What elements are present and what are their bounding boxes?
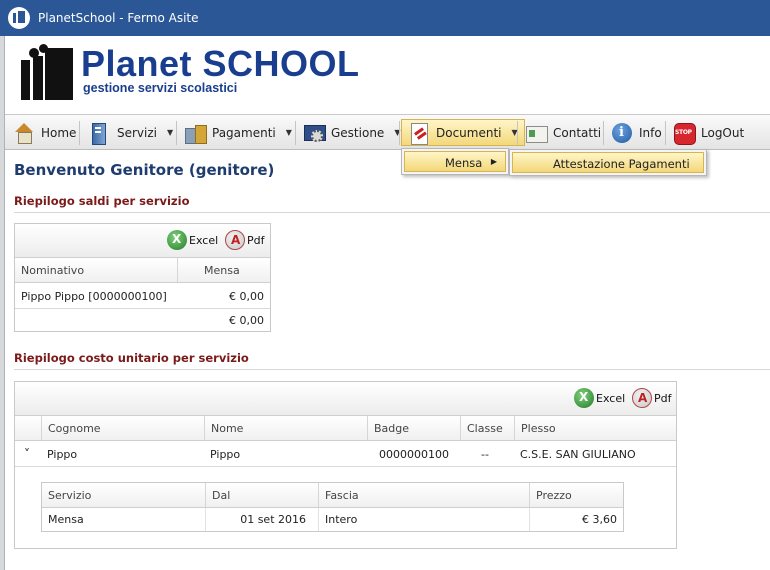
costo-grid: Excel Pdf Cognome Nome Badge Classe Ples…: [14, 381, 677, 549]
detail-header-dal[interactable]: Dal: [205, 483, 318, 507]
excel-icon: [574, 388, 594, 408]
costo-header-cognome[interactable]: Cognome: [41, 416, 204, 440]
detail-row-prezzo: € 3,60: [529, 508, 623, 531]
detail-header-servizio[interactable]: Servizio: [42, 483, 205, 507]
menu-pagamenti[interactable]: Pagamenti ▼: [178, 119, 298, 146]
expand-row-chevron-icon[interactable]: ˅: [24, 442, 38, 466]
chevron-down-icon: ▼: [167, 128, 174, 137]
menu-home-label: Home: [41, 125, 77, 140]
window-title: PlanetSchool - Fermo Asite: [38, 11, 199, 25]
costo-row-cognome: Pippo: [47, 447, 78, 461]
menu-servizi[interactable]: Servizi ▼: [81, 119, 179, 146]
gestione-icon: [303, 122, 326, 144]
costo-header-classe[interactable]: Classe: [460, 416, 514, 440]
pdf-icon: [225, 230, 245, 250]
info-icon: [611, 122, 633, 144]
detail-header-prezzo[interactable]: Prezzo: [529, 483, 623, 507]
menu-info-label: Info: [639, 125, 662, 140]
costo-excel-button[interactable]: Excel: [574, 388, 625, 408]
costo-section-title: Riepilogo costo unitario per servizio: [14, 351, 249, 365]
saldi-excel-button[interactable]: Excel: [167, 230, 218, 250]
header: Planet SCHOOL gestione servizi scolastic…: [5, 36, 770, 114]
main-content: Benvenuto Genitore (genitore) Riepilogo …: [5, 150, 770, 570]
contact-card-icon: [525, 122, 548, 144]
chevron-right-icon: ▶: [490, 157, 497, 166]
saldi-excel-label: Excel: [189, 233, 219, 247]
menu-gestione[interactable]: Gestione ▼: [297, 119, 406, 146]
saldi-total: € 0,00: [229, 313, 264, 327]
app-icon: [8, 7, 30, 29]
detail-row-servizio: Mensa: [48, 513, 84, 526]
menu-home[interactable]: Home: [7, 119, 82, 146]
submenu-item-mensa[interactable]: Mensa ▶: [404, 151, 506, 172]
submenu-item-attestazione-label: Attestazione Pagamenti: [553, 157, 690, 171]
costo-detail-grid: Servizio Dal Fascia Prezzo Mensa 01 set …: [41, 482, 624, 532]
menu-pagamenti-label: Pagamenti: [212, 125, 276, 140]
costo-header-plesso[interactable]: Plesso: [514, 416, 676, 440]
saldi-pdf-button[interactable]: Pdf: [225, 230, 265, 250]
pagamenti-icon: [184, 122, 207, 144]
costo-row-badge: 0000000100: [379, 447, 449, 461]
costo-excel-label: Excel: [596, 391, 626, 405]
saldi-grid: Excel Pdf Nominativo Mensa Pippo Pippo […: [14, 223, 271, 332]
menu-logout-label: LogOut: [701, 125, 745, 140]
page-title: Benvenuto Genitore (genitore): [14, 161, 275, 179]
costo-grid-toolbar: Excel Pdf: [15, 382, 676, 416]
saldi-grid-header: Nominativo Mensa: [15, 258, 270, 283]
costo-header-badge[interactable]: Badge: [367, 416, 460, 440]
menu-servizi-label: Servizi: [117, 125, 158, 140]
costo-grid-header: Cognome Nome Badge Classe Plesso: [15, 416, 676, 441]
stop-sign-icon: [673, 122, 696, 145]
window-titlebar: PlanetSchool - Fermo Asite: [0, 0, 770, 36]
excel-icon: [167, 230, 187, 250]
costo-row-classe: --: [481, 447, 489, 461]
main-menu-bar: Home Servizi ▼ Pagamenti ▼ Gestione ▼ Do…: [5, 114, 770, 150]
menu-documenti[interactable]: Documenti ▼: [401, 119, 525, 146]
menu-contatti-label: Contatti: [553, 125, 602, 140]
costo-row-nome: Pippo: [210, 447, 241, 461]
saldi-section-title: Riepilogo saldi per servizio: [14, 194, 190, 208]
costo-pdf-button[interactable]: Pdf: [632, 388, 672, 408]
chevron-down-icon: ▼: [285, 128, 292, 137]
servizi-icon: [87, 122, 109, 145]
pdf-document-icon: [408, 122, 430, 145]
saldi-row-nominativo: Pippo Pippo [0000000100]: [21, 289, 167, 303]
pdf-icon: [632, 388, 652, 408]
menu-info[interactable]: Info: [605, 119, 668, 146]
logo-subtitle: gestione servizi scolastici: [83, 81, 238, 95]
planet-school-logo-icon: [19, 44, 75, 102]
menu-gestione-label: Gestione: [331, 125, 385, 140]
submenu-item-mensa-label: Mensa: [445, 156, 483, 170]
menu-documenti-label: Documenti: [436, 125, 502, 140]
submenu-item-attestazione[interactable]: Attestazione Pagamenti: [512, 152, 704, 173]
home-icon: [13, 122, 35, 144]
logo-title: Planet SCHOOL: [81, 43, 360, 84]
menu-logout[interactable]: LogOut: [667, 119, 750, 146]
menu-contatti[interactable]: Contatti: [519, 119, 607, 146]
saldi-header-mensa[interactable]: Mensa: [177, 258, 270, 282]
saldi-grid-toolbar: Excel Pdf: [15, 224, 270, 258]
costo-detail-header: Servizio Dal Fascia Prezzo: [42, 483, 623, 508]
saldi-pdf-label: Pdf: [247, 233, 265, 247]
detail-header-fascia[interactable]: Fascia: [318, 483, 529, 507]
detail-row-fascia: Intero: [318, 508, 529, 531]
saldi-header-nominativo[interactable]: Nominativo: [15, 258, 177, 282]
page: Planet SCHOOL gestione servizi scolastic…: [4, 36, 770, 570]
detail-row-dal: 01 set 2016: [205, 508, 318, 531]
costo-header-nome[interactable]: Nome: [204, 416, 367, 440]
mensa-dropdown: Attestazione Pagamenti: [509, 149, 707, 176]
documenti-dropdown: Mensa ▶: [401, 148, 509, 175]
saldi-row-mensa: € 0,00: [229, 289, 264, 303]
costo-row-plesso: C.S.E. SAN GIULIANO: [520, 447, 636, 461]
costo-pdf-label: Pdf: [654, 391, 672, 405]
